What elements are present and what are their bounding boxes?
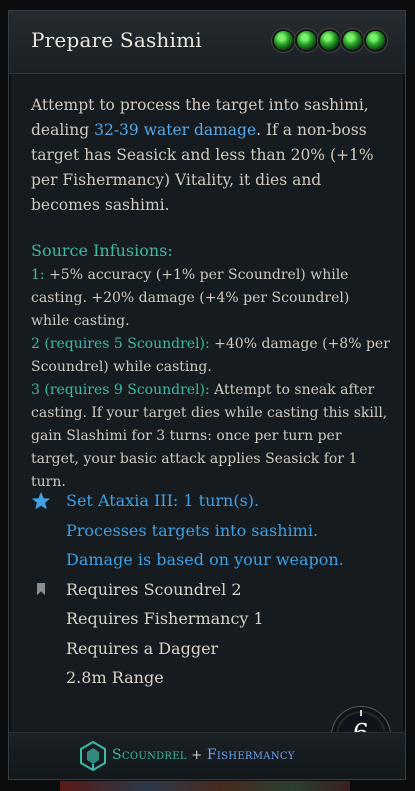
infusion-item: 2 (requires 5 Scoundrel): +40% damage (+…	[31, 333, 391, 379]
source-orb-icon	[320, 31, 339, 50]
skill-effects: Set Ataxia III: 1 turn(s). Processes tar…	[31, 486, 391, 693]
source-cost-orbs	[274, 31, 385, 50]
damage-value: 32-39 water damage	[94, 121, 257, 139]
tooltip-header: Prepare Sashimi	[9, 11, 405, 74]
source-orb-icon	[343, 31, 362, 50]
requirement-text: Requires Scoundrel 2	[66, 579, 242, 599]
effect-text: Processes targets into sashimi.	[66, 520, 319, 540]
star-icon	[31, 486, 66, 515]
infusions-heading: Source Infusions:	[31, 241, 173, 260]
school-plus: +	[191, 748, 203, 763]
requirement-row: Requires Scoundrel 2	[31, 575, 391, 605]
source-orb-icon	[297, 31, 316, 50]
requirement-text: Requires Fishermancy 1	[66, 609, 264, 628]
range-row: 2.8m Range	[31, 663, 391, 693]
skill-description: Attempt to process the target into sashi…	[31, 93, 391, 218]
skill-schools: Scoundrel + Fishermancy	[112, 747, 295, 763]
effect-row: Set Ataxia III: 1 turn(s).	[31, 486, 391, 516]
infusion-item: 1: +5% accuracy (+1% per Scoundrel) whil…	[31, 264, 391, 333]
skill-title: Prepare Sashimi	[31, 28, 202, 52]
skill-tooltip: Prepare Sashimi Attempt to process the t…	[8, 10, 406, 780]
requirement-row: Requires a Dagger	[31, 634, 391, 664]
infusion-label: 2 (requires 5 Scoundrel):	[31, 336, 210, 352]
bookmark-icon	[31, 575, 66, 604]
source-orb-icon	[366, 31, 385, 50]
source-orb-icon	[274, 31, 293, 50]
source-infusions: Source Infusions: 1: +5% accuracy (+1% p…	[31, 239, 391, 494]
infusion-label: 3 (requires 9 Scoundrel):	[31, 382, 210, 398]
requirement-row: Requires Fishermancy 1	[31, 604, 391, 634]
skill-school-footer: Scoundrel + Fishermancy	[9, 732, 405, 779]
requirement-text: Requires a Dagger	[66, 638, 219, 658]
infusion-item: 3 (requires 9 Scoundrel): Attempt to sne…	[31, 379, 391, 494]
infusion-text: +5% accuracy (+1% per Scoundrel) while c…	[31, 267, 350, 329]
infusion-text: Attempt to sneak after casting. If your …	[31, 382, 388, 490]
effect-text: Damage is based on your weapon.	[66, 550, 344, 569]
school-primary: Scoundrel	[112, 747, 187, 763]
hotbar-strip	[60, 781, 350, 791]
range-text: 2.8m Range	[66, 668, 164, 687]
infusion-label: 1:	[31, 267, 45, 283]
effect-text: Set Ataxia III: 1 turn(s).	[66, 491, 260, 510]
scoundrel-school-icon	[80, 740, 106, 775]
effect-row: Damage is based on your weapon.	[31, 545, 391, 575]
school-secondary: Fishermancy	[206, 747, 295, 763]
effect-row: Processes targets into sashimi.	[31, 516, 391, 546]
